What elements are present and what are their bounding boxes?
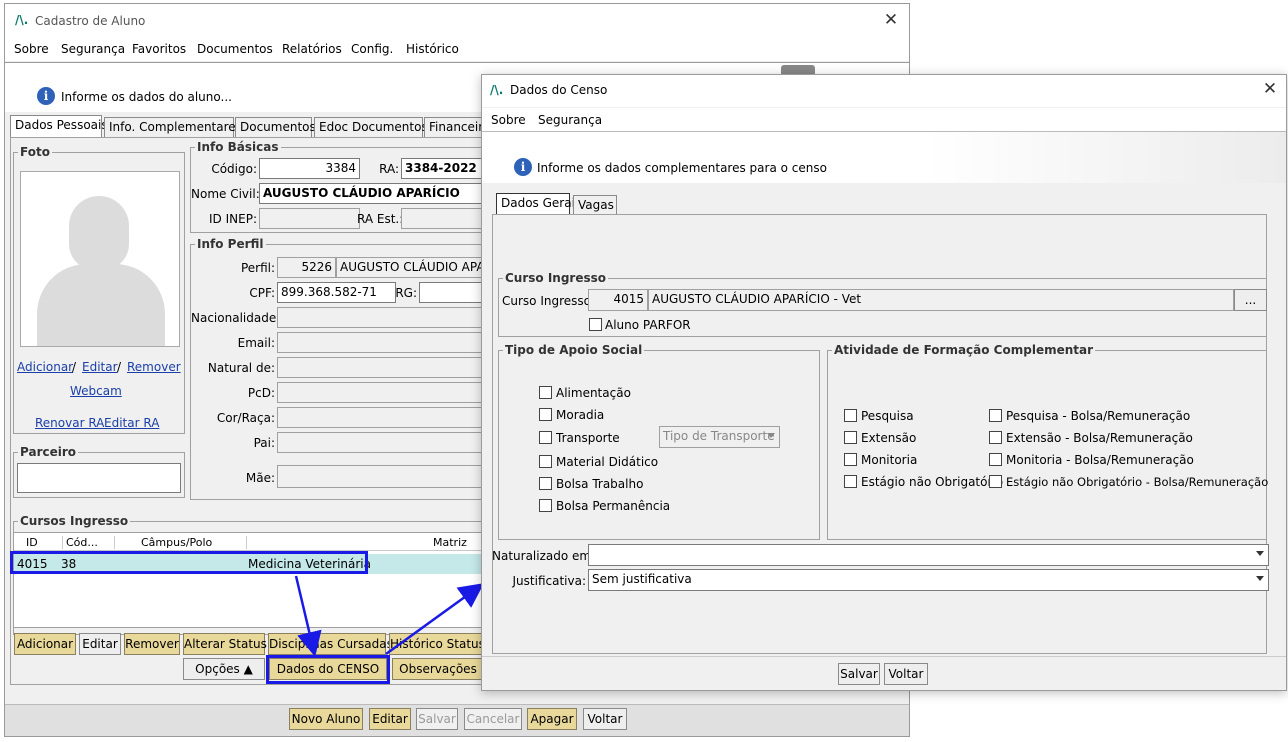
estagio-label: Estágio não Obrigatório [861,475,1004,489]
monitoria-label: Monitoria [861,453,918,467]
tab-dados-gerais[interactable]: Dados Gerais [496,193,581,215]
material-didatico-label: Material Didático [556,455,659,469]
extensao-bolsa-checkbox[interactable] [989,431,1002,444]
estagio-bolsa-checkbox[interactable] [989,475,1002,488]
pesquisa-bolsa-checkbox[interactable] [989,409,1002,422]
bolsa-trabalho-checkbox[interactable] [539,477,552,490]
naturalizado-label: Naturalizado em: [492,549,596,563]
pesquisa-bolsa-label: Pesquisa - Bolsa/Remuneração [1006,409,1191,423]
aluno-parfor-checkbox[interactable] [589,318,602,331]
justificativa-dropdown-icon [1256,576,1264,581]
censo-info-text: Informe os dados complementares para o c… [537,161,827,175]
curso-ingresso-id-field[interactable]: 4015 [588,289,648,311]
moradia-checkbox[interactable] [539,408,552,421]
monitoria-bolsa-checkbox[interactable] [989,453,1002,466]
curso-ingresso-browse-button[interactable]: ... [1234,289,1267,311]
transporte-label: Transporte [556,431,620,445]
extensao-label: Extensão [861,431,917,445]
censo-menu-seguranca[interactable]: Segurança [538,113,602,127]
arrow-row-to-button [294,575,322,657]
tipo-transporte-value: Tipo de Transporte [663,429,775,443]
material-didatico-checkbox[interactable] [539,455,552,468]
justificativa-select[interactable]: Sem justificativa [588,569,1269,591]
transporte-checkbox[interactable] [539,431,552,444]
bolsa-permanencia-checkbox[interactable] [539,499,552,512]
censo-info-icon: i [514,158,532,176]
curso-ingresso-label: Curso Ingresso: [502,294,596,308]
censo-close-icon[interactable]: ✕ [1258,79,1282,101]
bolsa-permanencia-label: Bolsa Permanência [556,499,671,513]
pesquisa-label: Pesquisa [861,409,914,423]
bolsa-trabalho-label: Bolsa Trabalho [556,477,644,491]
naturalizado-select[interactable] [588,544,1269,566]
extensao-bolsa-label: Extensão - Bolsa/Remuneração [1006,431,1193,445]
tab-vagas[interactable]: Vagas [573,195,617,215]
censo-salvar-button[interactable]: Salvar [838,663,880,685]
alimentacao-checkbox[interactable] [539,386,552,399]
justificativa-label: Justificativa: [512,574,586,588]
tipo-transporte-select[interactable]: Tipo de Transporte [659,426,780,448]
formacao-group: Atividade de Formação Complementar [827,343,1267,540]
tipo-transporte-dropdown-icon [767,433,775,438]
naturalizado-dropdown-icon [1256,551,1264,556]
monitoria-checkbox[interactable] [844,453,857,466]
estagio-checkbox[interactable] [844,475,857,488]
alimentacao-label: Alimentação [556,386,631,400]
monitoria-bolsa-label: Monitoria - Bolsa/Remuneração [1006,453,1194,467]
censo-window-title: Dados do Censo [510,83,608,97]
censo-info-strip: i Informe os dados complementares para o… [482,131,1286,183]
censo-logo-icon: /\. [490,83,504,97]
moradia-label: Moradia [556,408,605,422]
formacao-title: Atividade de Formação Complementar [832,343,1096,357]
curso-ingresso-title: Curso Ingresso [503,271,609,285]
justificativa-value: Sem justificativa [592,572,692,586]
censo-window: /\. Dados do Censo ✕ Sobre Segurança i I… [481,74,1287,691]
censo-titlebar: /\. Dados do Censo ✕ [482,75,1286,107]
apoio-social-title: Tipo de Apoio Social [503,343,645,357]
extensao-checkbox[interactable] [844,431,857,444]
censo-voltar-button[interactable]: Voltar [884,663,928,685]
arrow-button-to-dialog [385,583,485,656]
estagio-bolsa-label: Estágio não Obrigatório - Bolsa/Remunera… [1006,475,1269,489]
censo-menubar: Sobre Segurança [482,108,1286,132]
curso-ingresso-nome-field[interactable]: AUGUSTO CLÁUDIO APARÍCIO - Vet [648,289,1234,311]
pesquisa-checkbox[interactable] [844,409,857,422]
censo-menu-sobre[interactable]: Sobre [491,113,526,127]
aluno-parfor-label: Aluno PARFOR [605,318,691,332]
